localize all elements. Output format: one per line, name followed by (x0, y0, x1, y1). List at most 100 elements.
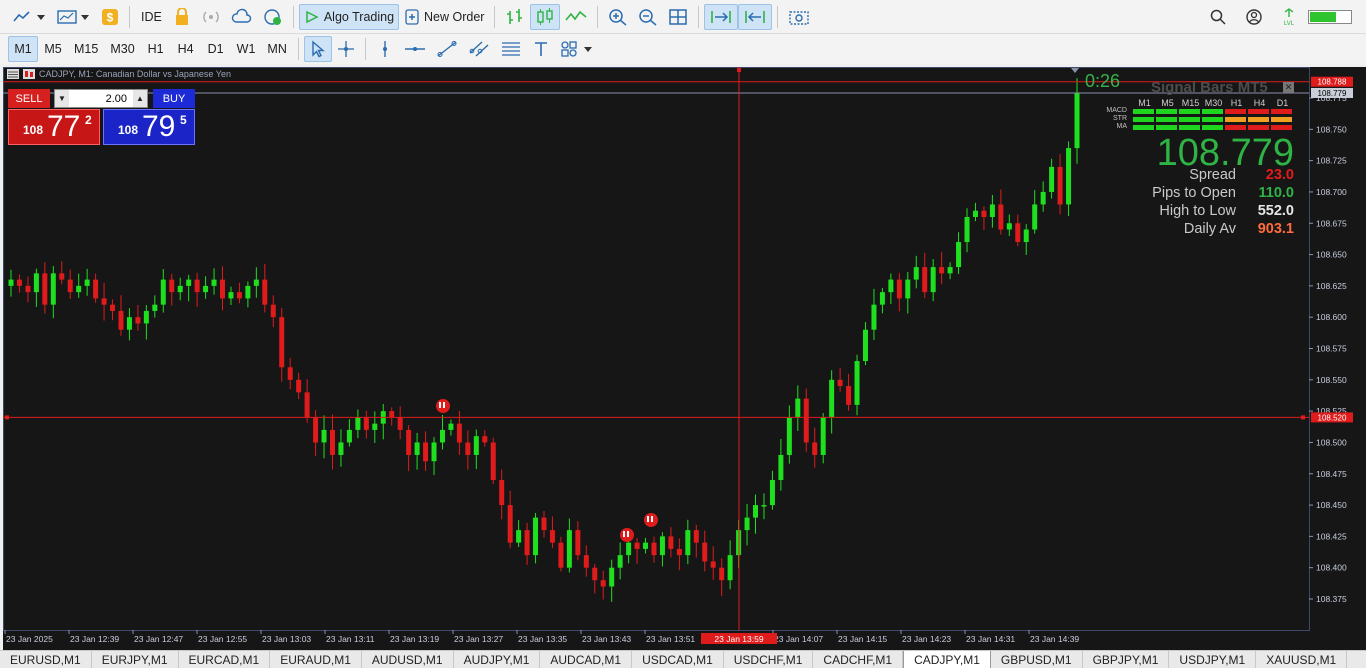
signal-bar (1202, 109, 1223, 114)
sell-price-fraction: 2 (85, 113, 92, 127)
indicator-label: MA (1116, 123, 1128, 130)
time-label: 23 Jan 12:47 (134, 634, 183, 644)
candle-countdown: 0:26 (1085, 71, 1121, 91)
time-axis[interactable]: 23 Jan 2025 23 Jan 12:39 23 Jan 12:47 23 Ja… (4, 630, 1079, 644)
channel-icon[interactable] (463, 36, 495, 62)
text-icon[interactable] (527, 36, 555, 62)
timeframe-mn[interactable]: MN (261, 36, 292, 62)
stat-row: High to Low 552.0 (1159, 203, 1294, 219)
line-chart-icon[interactable] (560, 4, 592, 30)
chart-type-icon[interactable] (8, 4, 52, 30)
chevron-up-icon[interactable]: ▲ (133, 90, 147, 107)
price-label: 108.375 (1316, 594, 1347, 604)
horizontal-line-icon[interactable] (399, 36, 431, 62)
lot-size-value[interactable]: 2.00 (69, 93, 133, 105)
chart-window[interactable]: 108.775 108.750 108.725 108.700 108.675 108.6… (3, 67, 1366, 650)
timeframe-m1[interactable]: M1 (8, 36, 38, 62)
vertical-line-icon[interactable] (371, 36, 399, 62)
symbol-tab[interactable]: GBPUSD,M1 (991, 651, 1083, 668)
timeframe-d1[interactable]: D1 (201, 36, 231, 62)
symbol-tab[interactable]: CADCHF,M1 (813, 651, 904, 668)
time-label: 23 Jan 14:07 (774, 634, 823, 644)
signal-marker-icon (644, 513, 658, 527)
algo-trading-button[interactable]: Algo Trading (298, 3, 400, 30)
vps-icon[interactable] (258, 4, 288, 30)
zoom-out-icon[interactable] (633, 4, 663, 30)
signal-bar (1225, 109, 1246, 114)
shapes-icon[interactable] (555, 36, 599, 62)
crosshair-icon[interactable] (332, 36, 360, 62)
time-label: 23 Jan 14:31 (966, 634, 1015, 644)
symbol-tab[interactable]: XAUUSD,M1 (1256, 651, 1348, 668)
symbol-tab[interactable]: GBPJPY,M1 (1083, 651, 1170, 668)
chart-shift-icon[interactable] (738, 3, 773, 30)
signal-bar (1179, 109, 1200, 114)
symbol-tab[interactable]: USDJPY,M1 (1169, 651, 1257, 668)
screenshot-icon[interactable] (783, 4, 815, 30)
buy-button[interactable]: BUY (153, 89, 195, 108)
timeframe-w1[interactable]: W1 (231, 36, 262, 62)
symbol-tab[interactable]: EURCAD,M1 (179, 651, 271, 668)
close-icon[interactable]: ✕ (1283, 82, 1294, 93)
cursor-icon[interactable] (303, 36, 332, 62)
market-icon[interactable]: $ (96, 4, 124, 30)
signal-timeframe-label: M1 (1138, 98, 1151, 108)
zoom-in-icon[interactable] (603, 4, 633, 30)
timeframe-m5[interactable]: M5 (38, 36, 68, 62)
price-axis[interactable]: 108.775108.750108.725108.700108.675108.6… (1309, 76, 1353, 604)
symbol-tab[interactable]: AUDUSD,M1 (362, 651, 454, 668)
price-label: 108.425 (1316, 531, 1347, 541)
timeframe-h4[interactable]: H4 (171, 36, 201, 62)
stat-value: 552.0 (1257, 203, 1294, 219)
price-label: 108.700 (1316, 187, 1347, 197)
symbol-tab[interactable]: AUDCAD,M1 (540, 651, 633, 668)
auto-scroll-icon[interactable] (704, 3, 739, 30)
price-label: 108.500 (1316, 437, 1347, 447)
trendline-icon[interactable] (431, 36, 463, 62)
algo-trading-label: Algo Trading (323, 9, 395, 24)
sell-price-pips: 77 (47, 110, 81, 143)
search-icon[interactable] (1204, 4, 1232, 30)
candle (490, 437, 496, 485)
buy-price-prefix: 108 (118, 123, 139, 137)
new-order-button[interactable]: New Order (399, 4, 489, 30)
signal-bar (1179, 125, 1200, 130)
chevron-down-icon[interactable]: ▼ (55, 90, 69, 107)
timeframe-m15[interactable]: M15 (68, 36, 104, 62)
chart-title: CADJPY, M1: Canadian Dollar vs Japanese … (39, 69, 231, 79)
tile-windows-icon[interactable] (663, 4, 693, 30)
symbol-tab[interactable]: EURAUD,M1 (270, 651, 362, 668)
lock-icon[interactable] (168, 4, 196, 30)
signal-bar (1156, 109, 1177, 114)
signal-timeframe-label: M15 (1181, 98, 1200, 108)
buy-price-pips: 79 (142, 110, 176, 143)
symbol-tab[interactable]: EURUSD,M1 (0, 651, 92, 668)
symbol-tab[interactable]: EURJPY,M1 (92, 651, 179, 668)
templates-icon[interactable] (52, 4, 96, 30)
buy-price-button[interactable]: 108 79 5 (103, 109, 195, 145)
toolbar-separator (297, 38, 299, 60)
indicator-row (1133, 109, 1294, 114)
sell-price-button[interactable]: 108 77 2 (8, 109, 100, 145)
account-icon[interactable] (1240, 4, 1268, 30)
bar-chart-icon[interactable] (500, 4, 530, 30)
symbol-tabs: EURUSD,M1 EURJPY,M1 EURCAD,M1 EURAUD,M1 AUDU… (0, 650, 1366, 668)
metatrader-window: $ IDE Algo Trading New Order LVL M1 M5 M… (0, 0, 1366, 668)
time-label: 23 Jan 12:39 (70, 634, 119, 644)
timeframe-m30[interactable]: M30 (104, 36, 140, 62)
symbol-tab[interactable]: USDCHF,M1 (724, 651, 814, 668)
candlestick-icon[interactable] (530, 3, 561, 30)
symbol-tab[interactable]: USDCAD,M1 (632, 651, 724, 668)
lot-size-input[interactable]: ▼ 2.00 ▲ (54, 89, 148, 108)
fibonacci-icon[interactable] (495, 36, 527, 62)
signals-icon[interactable] (196, 4, 226, 30)
ide-button[interactable]: IDE (135, 4, 168, 30)
symbol-tab[interactable]: CADJPY,M1 (903, 651, 991, 668)
sell-button[interactable]: SELL (8, 89, 50, 108)
time-label: 23 Jan 14:39 (1030, 634, 1079, 644)
cloud-icon[interactable] (226, 4, 258, 30)
timeframe-h1[interactable]: H1 (141, 36, 171, 62)
toolbar-separator (364, 38, 366, 60)
symbol-tab[interactable]: AUDJPY,M1 (454, 651, 541, 668)
toolbar-separator (292, 5, 294, 28)
